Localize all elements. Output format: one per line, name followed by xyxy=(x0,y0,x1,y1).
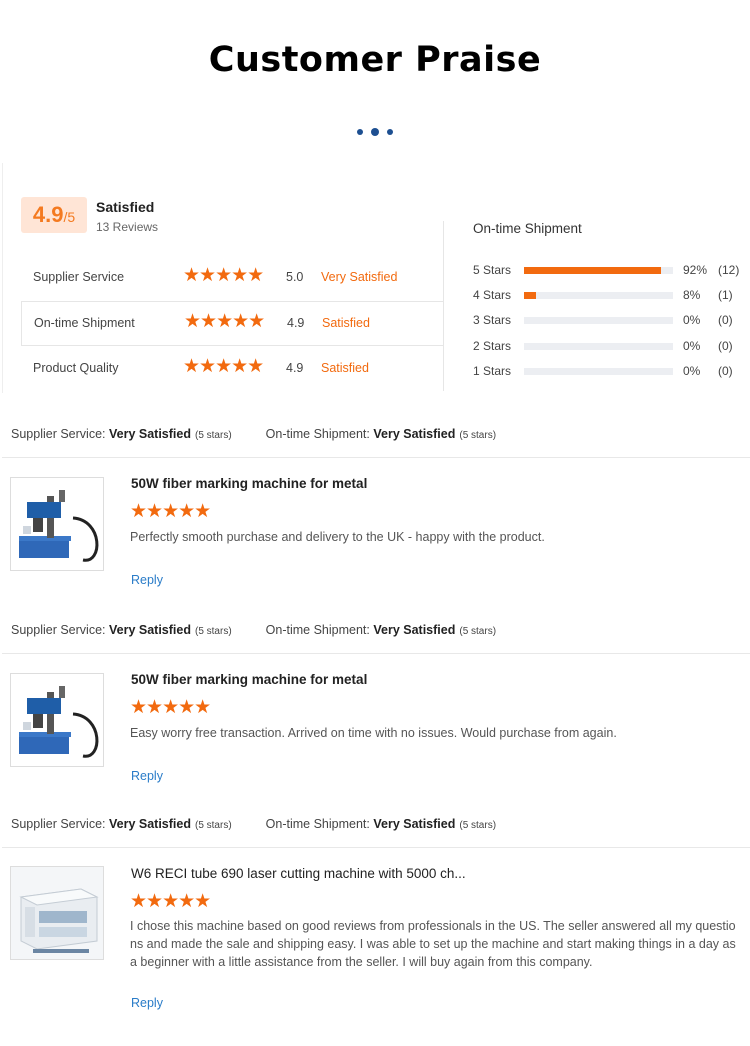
overall-score-badge: 4.9/5 xyxy=(21,197,87,233)
rating-summary: 4.9/5 Satisfied 13 Reviews Supplier Serv… xyxy=(2,163,750,393)
review-stars-icon: ★★★★★ xyxy=(130,697,211,718)
rating-row-product-quality: Product Quality ★★★★★ 4.9 Satisfied xyxy=(21,347,443,392)
distribution-percent: 8% xyxy=(683,288,701,302)
distribution-bar xyxy=(524,368,673,375)
carousel-dot-active[interactable] xyxy=(371,127,379,136)
distribution-row: 5 Stars 92% (12) xyxy=(473,263,748,279)
distribution-percent: 0% xyxy=(683,339,701,353)
carousel-dots xyxy=(0,123,750,141)
distribution-count: (0) xyxy=(718,339,733,353)
rating-verdict: Satisfied xyxy=(322,316,370,330)
distribution-label: 1 Stars xyxy=(473,364,512,378)
rating-value: 4.9 xyxy=(287,316,305,330)
carousel-dot[interactable] xyxy=(357,128,363,135)
meta-label: Supplier Service: xyxy=(11,623,106,637)
distribution-bar-fill xyxy=(524,292,536,299)
carousel-dot[interactable] xyxy=(387,128,393,135)
meta-stars: (5 stars) xyxy=(459,626,497,637)
review-meta: Supplier Service: Very Satisfied (5 stars… xyxy=(11,427,496,441)
meta-verdict: Very Satisfied xyxy=(373,623,456,637)
divider xyxy=(2,847,750,848)
divider xyxy=(443,221,444,391)
overall-score: 4.9 xyxy=(32,202,64,227)
rating-verdict: Very Satisfied xyxy=(321,270,398,284)
star-rating-icon: ★★★★★ xyxy=(184,311,265,332)
product-title[interactable]: W6 RECI tube 690 laser cutting machine w… xyxy=(131,866,466,881)
review-count: 13 Reviews xyxy=(96,220,159,234)
review-stars-icon: ★★★★★ xyxy=(130,501,211,522)
review-text: I chose this machine based on good revie… xyxy=(130,919,736,969)
rating-row-on-time-shipment: On-time Shipment ★★★★★ 4.9 Satisfied xyxy=(21,301,443,346)
meta-stars: (5 stars) xyxy=(459,430,497,441)
distribution-bar xyxy=(524,267,673,274)
rating-label: Product Quality xyxy=(33,361,119,375)
distribution-count: (1) xyxy=(718,288,733,302)
distribution-count: (0) xyxy=(718,364,733,378)
rating-value: 4.9 xyxy=(286,361,304,375)
rating-label: On-time Shipment xyxy=(34,316,135,330)
distribution-count: (0) xyxy=(718,313,733,327)
review-meta: Supplier Service: Very Satisfied (5 stars… xyxy=(11,623,496,637)
star-rating-icon: ★★★★★ xyxy=(183,265,264,286)
reply-link[interactable]: Reply xyxy=(131,573,163,587)
meta-label: On-time Shipment: xyxy=(265,817,370,831)
meta-verdict: Very Satisfied xyxy=(108,427,191,441)
distribution-label: 4 Stars xyxy=(473,288,512,302)
meta-stars: (5 stars) xyxy=(194,820,232,831)
reply-link[interactable]: Reply xyxy=(131,996,163,1010)
divider xyxy=(2,653,750,654)
distribution-percent: 92% xyxy=(683,263,708,277)
distribution-bar xyxy=(524,343,673,350)
distribution-row: 3 Stars 0% (0) xyxy=(473,313,748,329)
divider xyxy=(2,457,750,458)
meta-label: On-time Shipment: xyxy=(265,623,370,637)
product-thumbnail[interactable] xyxy=(10,673,104,767)
page-title: Customer Praise xyxy=(208,40,542,80)
distribution-title: On-time Shipment xyxy=(473,221,582,236)
meta-verdict: Very Satisfied xyxy=(108,817,191,831)
meta-stars: (5 stars) xyxy=(194,626,232,637)
rating-verdict: Satisfied xyxy=(321,361,369,375)
meta-verdict: Very Satisfied xyxy=(373,427,456,441)
overall-score-max: /5 xyxy=(63,209,76,225)
meta-verdict: Very Satisfied xyxy=(373,817,456,831)
product-thumbnail[interactable] xyxy=(10,477,104,571)
product-thumbnail[interactable] xyxy=(10,866,104,960)
distribution-count: (12) xyxy=(718,263,740,277)
overall-verdict: Satisfied xyxy=(96,199,155,215)
distribution-label: 2 Stars xyxy=(473,339,512,353)
meta-label: Supplier Service: xyxy=(11,427,106,441)
distribution-row: 4 Stars 8% (1) xyxy=(473,288,748,304)
distribution-bar xyxy=(524,292,673,299)
distribution-label: 3 Stars xyxy=(473,313,512,327)
distribution-row: 2 Stars 0% (0) xyxy=(473,339,748,355)
distribution-bar xyxy=(524,317,673,324)
review-meta: Supplier Service: Very Satisfied (5 stars… xyxy=(11,817,496,831)
rating-row-supplier-service: Supplier Service ★★★★★ 5.0 Very Satisfie… xyxy=(21,256,443,301)
reply-link[interactable]: Reply xyxy=(131,769,163,783)
meta-verdict: Very Satisfied xyxy=(108,623,191,637)
star-rating-icon: ★★★★★ xyxy=(183,356,264,377)
meta-label: On-time Shipment: xyxy=(265,427,370,441)
rating-label: Supplier Service xyxy=(33,270,125,284)
meta-label: Supplier Service: xyxy=(11,817,106,831)
review-text: Easy worry free transaction. Arrived on … xyxy=(130,726,617,740)
distribution-percent: 0% xyxy=(683,313,701,327)
review-text: Perfectly smooth purchase and delivery t… xyxy=(130,530,545,544)
meta-stars: (5 stars) xyxy=(194,430,232,441)
review-stars-icon: ★★★★★ xyxy=(130,891,211,912)
distribution-row: 1 Stars 0% (0) xyxy=(473,364,748,380)
meta-stars: (5 stars) xyxy=(459,820,497,831)
rating-value: 5.0 xyxy=(286,270,304,284)
product-title[interactable]: 50W fiber marking machine for metal xyxy=(131,672,367,687)
distribution-label: 5 Stars xyxy=(473,263,512,277)
product-title[interactable]: 50W fiber marking machine for metal xyxy=(131,476,367,491)
distribution-bar-fill xyxy=(524,267,662,274)
distribution-percent: 0% xyxy=(683,364,701,378)
